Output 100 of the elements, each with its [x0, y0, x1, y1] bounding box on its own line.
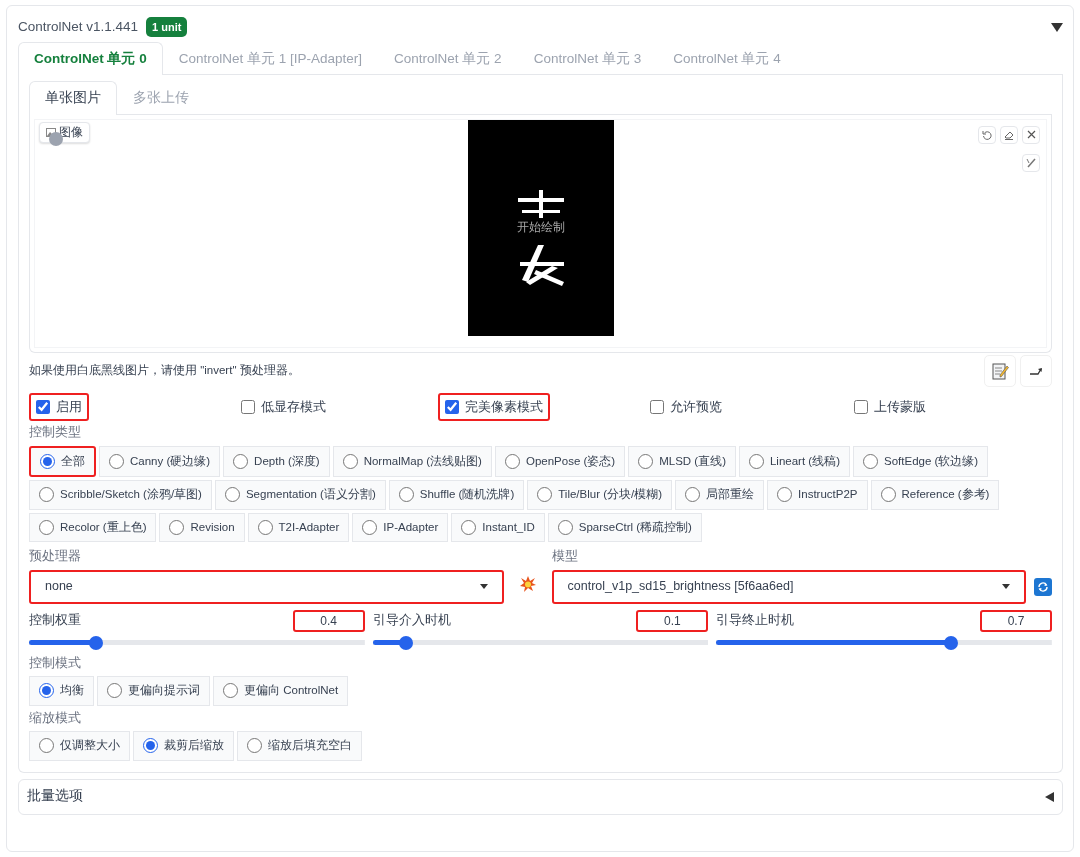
unit-tab[interactable]: ControlNet 单元 0 [18, 42, 163, 76]
caret-icon [1002, 584, 1010, 589]
radio-button[interactable] [224, 487, 240, 503]
radio-option[interactable]: 全部 [29, 446, 96, 478]
radio-button[interactable] [109, 454, 124, 470]
refresh-button[interactable] [1034, 577, 1052, 596]
slider-label: 引导终止时机 [716, 612, 795, 630]
checkbox[interactable] [36, 399, 50, 414]
radio-button[interactable] [39, 487, 54, 503]
radio-button[interactable] [233, 454, 249, 470]
slider-thumb[interactable] [399, 635, 414, 650]
radio-button[interactable] [537, 487, 553, 503]
radio-button[interactable] [461, 519, 477, 535]
radio-button[interactable] [398, 487, 414, 503]
unit-count-badge: 1 unit [146, 16, 188, 38]
checkbox[interactable] [649, 399, 664, 414]
checkbox-option[interactable]: 低显存模式 [233, 392, 333, 422]
radio-button[interactable] [748, 454, 764, 470]
radio-option[interactable]: Segmentation (语义分割) [214, 480, 386, 510]
radio-option[interactable]: Depth (深度) [223, 446, 330, 478]
radio-option[interactable]: Tile/Blur (分块/模糊) [527, 480, 673, 510]
notepad-icon [991, 361, 1009, 380]
radio-button[interactable] [107, 683, 122, 699]
refresh-icon [1037, 580, 1049, 593]
checkbox-option[interactable]: 启用 [29, 392, 89, 422]
radio-button[interactable] [257, 519, 273, 535]
slider-thumb[interactable] [944, 635, 959, 650]
radio-button[interactable] [685, 487, 701, 503]
radio-option[interactable]: Recolor (重上色) [29, 512, 157, 542]
radio-option[interactable]: Reference (参考) [870, 480, 1000, 510]
radio-option[interactable]: Revision [159, 512, 245, 542]
group-label: 控制模式 [29, 654, 82, 672]
number-input[interactable]: 0.1 [636, 609, 709, 632]
eraser-icon [1004, 129, 1014, 140]
radio-button[interactable] [863, 454, 878, 470]
radio-button[interactable] [40, 454, 55, 470]
hint-text: 如果使用白底黑线图片，请使用 "invert" 预处理器。 [29, 362, 300, 378]
edit-button[interactable] [984, 354, 1016, 387]
radio-option[interactable]: Canny (硬边缘) [99, 446, 221, 478]
radio-option[interactable]: 裁剪后缩放 [133, 731, 234, 761]
checkbox-option[interactable]: 完美像素模式 [438, 392, 551, 422]
batch-options-panel[interactable]: 批量选项 [18, 778, 1063, 815]
image-mode-tab[interactable]: 单张图片 [29, 81, 117, 115]
radio-option[interactable]: MLSD (直线) [628, 446, 736, 478]
radio-option[interactable]: 更偏向提示词 [97, 676, 210, 706]
explosion-icon [518, 574, 537, 593]
dropdown-value: control_v1p_sd15_brightness [5f6aa6ed] [567, 578, 794, 596]
dropdown[interactable]: none [29, 569, 504, 604]
radio-option[interactable]: Instant_ID [451, 512, 545, 542]
dropdown[interactable]: control_v1p_sd15_brightness [5f6aa6ed] [551, 569, 1026, 604]
undo-icon [982, 129, 992, 140]
checkbox-option[interactable]: 上传蒙版 [847, 392, 934, 422]
radio-option[interactable]: OpenPose (姿态) [494, 446, 626, 478]
radio-option[interactable]: 缩放后填充空白 [237, 731, 362, 761]
radio-button[interactable] [169, 519, 185, 535]
radio-button[interactable] [557, 519, 573, 535]
radio-option[interactable]: Scribble/Sketch (涂鸦/草图) [29, 480, 212, 510]
number-input[interactable]: 0.4 [292, 609, 365, 632]
field-label: 模型 [551, 547, 579, 565]
radio-button[interactable] [39, 683, 54, 699]
send-button[interactable] [1020, 354, 1052, 387]
radio-option[interactable]: 仅调整大小 [29, 731, 130, 761]
radio-option[interactable]: Shuffle (随机洗牌) [388, 480, 525, 510]
radio-option[interactable]: SoftEdge (软边缘) [853, 446, 989, 478]
radio-button[interactable] [880, 487, 896, 503]
checkbox[interactable] [445, 399, 460, 414]
collapse-icon[interactable] [1051, 22, 1063, 33]
checkbox-option[interactable]: 允许预览 [642, 392, 729, 422]
close-button[interactable] [1022, 125, 1040, 144]
field-label: 预处理器 [29, 547, 82, 565]
radio-button[interactable] [223, 683, 238, 699]
panel-title: ControlNet v1.1.441 [18, 17, 139, 36]
radio-button[interactable] [777, 487, 793, 503]
radio-button[interactable] [504, 454, 520, 470]
radio-option[interactable]: IP-Adapter [352, 512, 449, 542]
eraser-button[interactable] [1000, 125, 1018, 144]
slider-thumb[interactable] [89, 635, 104, 650]
number-input[interactable]: 0.7 [980, 609, 1052, 632]
radio-option[interactable]: 局部重绘 [675, 480, 765, 510]
radio-option[interactable]: T2I-Adapter [247, 512, 350, 542]
radio-option[interactable]: 更偏向 ControlNet [213, 676, 349, 706]
checkbox[interactable] [240, 399, 255, 414]
draw-button[interactable] [1022, 153, 1040, 172]
close-icon [1026, 130, 1036, 139]
radio-button[interactable] [247, 738, 262, 754]
radio-button[interactable] [362, 519, 378, 535]
radio-option[interactable]: SparseCtrl (稀疏控制) [547, 512, 702, 542]
dropdown-value: none [45, 578, 73, 596]
checkbox[interactable] [854, 399, 869, 414]
undo-button[interactable] [978, 125, 996, 144]
expand-icon[interactable] [1044, 790, 1054, 803]
radio-option[interactable]: InstructP2P [767, 480, 868, 510]
radio-button[interactable] [39, 738, 54, 754]
radio-option[interactable]: 均衡 [29, 676, 94, 706]
radio-option[interactable]: NormalMap (法线贴图) [332, 446, 492, 478]
radio-button[interactable] [143, 738, 158, 754]
radio-button[interactable] [638, 454, 654, 470]
radio-option[interactable]: Lineart (线稿) [738, 446, 850, 478]
radio-button[interactable] [342, 454, 358, 470]
radio-button[interactable] [39, 519, 54, 535]
